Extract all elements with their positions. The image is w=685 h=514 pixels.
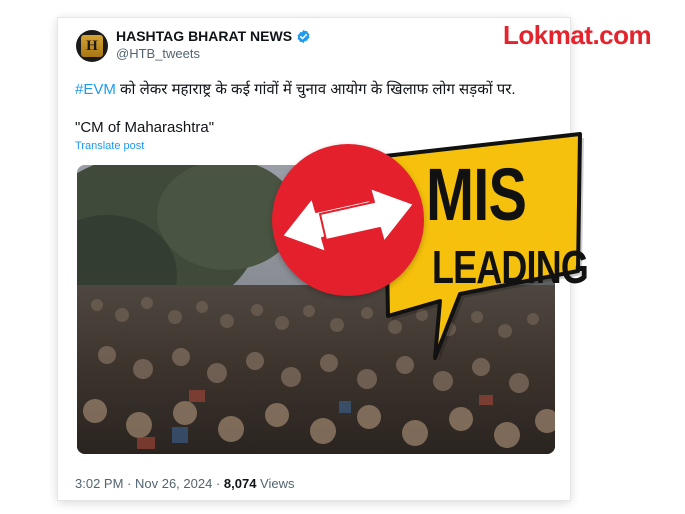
hashtag-link[interactable]: #EVM <box>75 81 116 98</box>
account-name-text: HASHTAG BHARAT NEWS <box>116 28 293 44</box>
badge-text-mis: MIS <box>426 153 527 236</box>
avatar-logo: H <box>81 35 103 57</box>
translate-post-link[interactable]: Translate post <box>75 140 144 152</box>
badge-text-leading: LEADING <box>432 241 589 293</box>
account-name[interactable]: HASHTAG BHARAT NEWS <box>116 28 311 44</box>
views-label: Views <box>256 476 295 491</box>
tweet-time[interactable]: 3:02 PM <box>75 476 123 491</box>
tweet-quote-line: "CM of Maharashtra" <box>75 119 215 136</box>
verified-icon <box>297 29 310 43</box>
meta-separator: · <box>212 476 224 491</box>
tweet-text: #EVM को लेकर महाराष्ट्र के कई गांवों में… <box>75 79 555 99</box>
tweet-body: को लेकर महाराष्ट्र के कई गांवों में चुना… <box>115 81 516 98</box>
avatar[interactable]: H <box>76 30 108 62</box>
tweet-date[interactable]: Nov 26, 2024 <box>135 476 212 491</box>
account-handle[interactable]: @HTB_tweets <box>116 46 200 61</box>
meta-separator: · <box>123 476 135 491</box>
tweet-meta: 3:02 PM · Nov 26, 2024 · 8,074 Views <box>75 476 295 491</box>
swap-arrows-icon <box>272 144 424 296</box>
views-count: 8,074 <box>223 476 257 491</box>
lokmat-logo: Lokmat.com <box>503 20 652 50</box>
